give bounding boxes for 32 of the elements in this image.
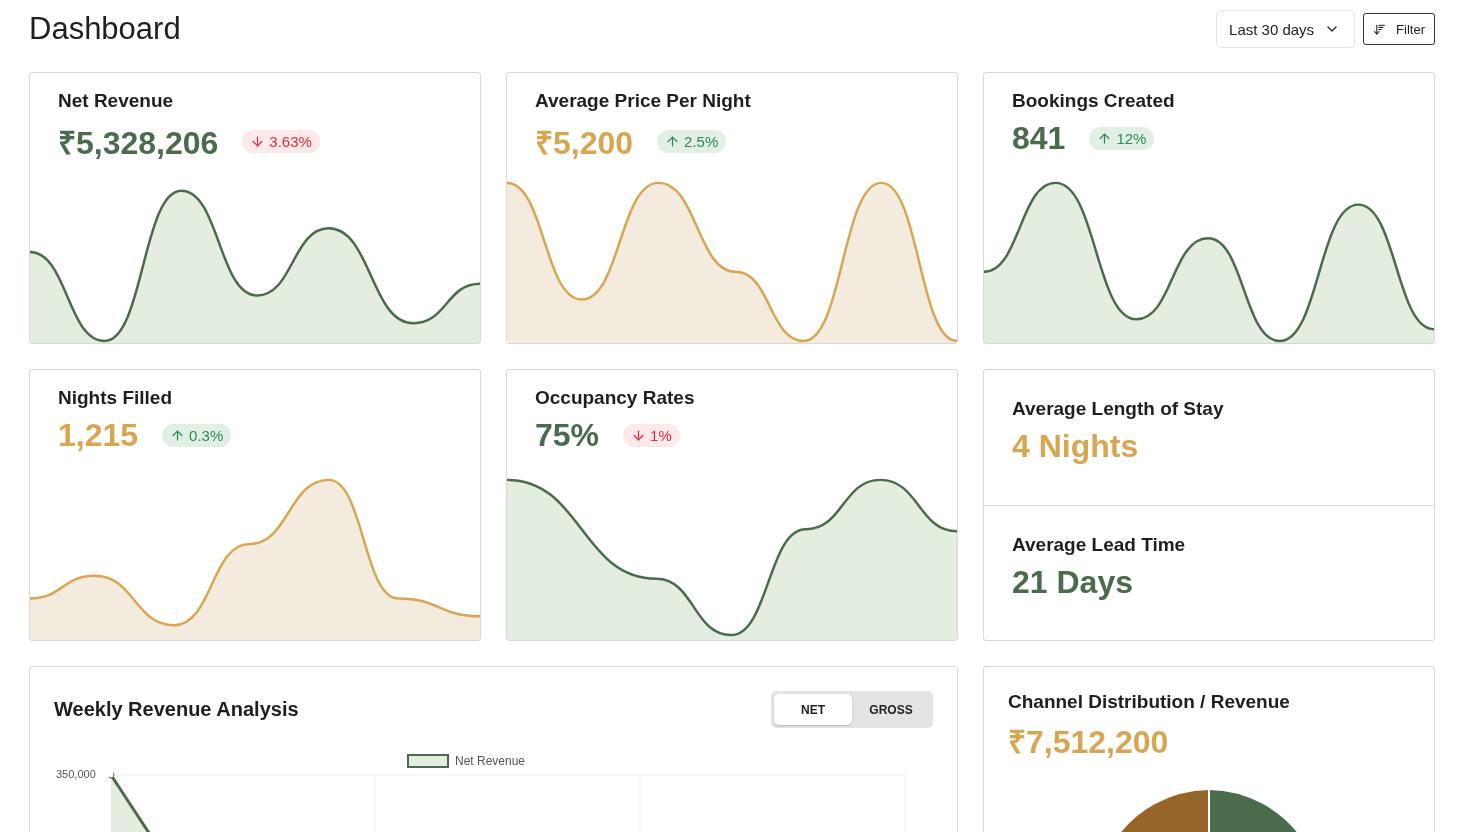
stat-value: 21 Days	[1012, 563, 1134, 601]
card-title: Channel Distribution / Revenue	[1008, 691, 1291, 713]
filter-button[interactable]: Filter	[1363, 13, 1435, 45]
card-title: Average Length of Stay	[1012, 398, 1225, 420]
page-title: Dashboard	[29, 11, 181, 47]
arrow-down-icon	[631, 428, 647, 443]
metric-value: 75%	[535, 417, 600, 454]
channel-value: ₹7,512,200	[1008, 723, 1170, 762]
sort-icon	[1373, 22, 1387, 36]
card-title: Bookings Created	[1012, 90, 1176, 112]
card-title: Nights Filled	[58, 387, 173, 409]
date-range-dropdown[interactable]: Last 30 days	[1216, 10, 1356, 48]
trend-badge: 12%	[1089, 127, 1155, 150]
card-title: Net Revenue	[58, 90, 175, 112]
metric-value: ₹5,328,206	[58, 124, 219, 163]
trend-badge: 2.5%	[657, 130, 727, 153]
axis-label: 350,000	[56, 768, 96, 780]
card-title: Occupancy Rates	[535, 387, 696, 409]
stat-value: 4 Nights	[1012, 428, 1140, 465]
card-title: Average Lead Time	[1012, 533, 1187, 556]
trend-badge: 0.3%	[162, 424, 232, 447]
toggle-option[interactable]: GROSS	[852, 694, 930, 725]
legend-swatch	[406, 754, 449, 768]
legend-label: Net Revenue	[454, 754, 525, 768]
trend-badge: 3.63%	[242, 130, 320, 153]
metric-value: 1,215	[58, 417, 139, 454]
card-title: Weekly Revenue Analysis	[54, 698, 299, 721]
metric-value: ₹5,200	[535, 124, 634, 163]
trend-badge: 1%	[623, 424, 680, 447]
metric-value: 841	[1012, 120, 1066, 157]
toggle-option[interactable]: NET	[774, 694, 852, 725]
card-title: Average Price Per Night	[535, 90, 752, 112]
